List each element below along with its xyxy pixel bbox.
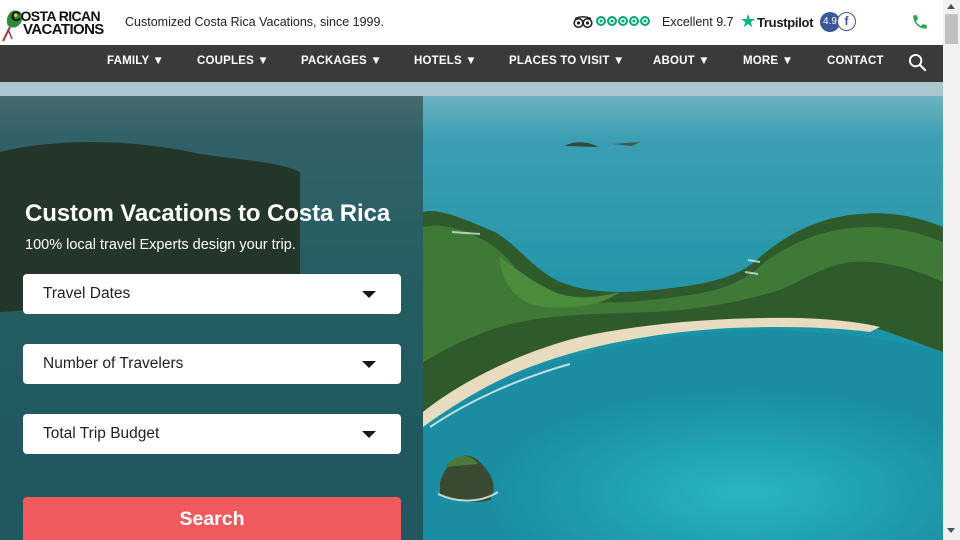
rating-bubble-icon [618,16,628,26]
hero-section: Custom Vacations to Costa Rica 100% loca… [0,82,943,540]
trustpilot-star-icon: ★ [740,11,757,31]
scroll-down-arrow-icon[interactable] [947,528,955,533]
trustpilot-brand[interactable]: Trustpilot [757,15,814,30]
number-of-travelers-select[interactable]: Number of Travelers [23,344,401,384]
search-icon[interactable] [908,53,927,72]
chevron-down-icon [362,361,376,368]
total-trip-budget-label: Total Trip Budget [43,425,160,442]
trip-planner-panel: Custom Vacations to Costa Rica 100% loca… [0,96,423,540]
nav-item-packages[interactable]: PACKAGES ▼ [301,45,382,82]
scroll-thumb[interactable] [945,14,958,44]
nav-item-contact[interactable]: CONTACT [827,45,884,82]
facebook-icon: f [837,12,856,31]
site-logo[interactable]: COSTA RICAN VACATIONS [2,7,104,43]
facebook-rating-badge[interactable]: 4.9 f [820,12,856,32]
total-trip-budget-select[interactable]: Total Trip Budget [23,414,401,454]
rating-bubble-icon [607,16,617,26]
nav-item-hotels[interactable]: HOTELS ▼ [414,45,477,82]
number-of-travelers-label: Number of Travelers [43,355,184,372]
trustpilot-score: Excellent 9.7 [662,15,734,29]
rating-bubble-icon [640,16,650,26]
nav-item-more[interactable]: MORE ▼ [743,45,793,82]
nav-item-places-to-visit[interactable]: PLACES TO VISIT ▼ [509,45,625,82]
chevron-down-icon [362,291,376,298]
nav-item-family[interactable]: FAMILY ▼ [107,45,164,82]
hero-subtitle: 100% local travel Experts design your tr… [25,237,296,253]
site-tagline: Customized Costa Rica Vacations, since 1… [125,15,384,29]
travel-dates-label: Travel Dates [43,285,131,302]
scroll-up-arrow-icon[interactable] [947,4,955,9]
top-bar: COSTA RICAN VACATIONS Customized Costa R… [0,0,943,45]
search-button[interactable]: Search [23,497,401,540]
hero-title: Custom Vacations to Costa Rica [25,200,391,227]
tripadvisor-owl-icon[interactable] [573,15,593,29]
nav-item-about[interactable]: ABOUT ▼ [653,45,710,82]
rating-bubble-icon [629,16,639,26]
travel-dates-select[interactable]: Travel Dates [23,274,401,314]
phone-icon[interactable] [911,13,929,31]
nav-item-couples[interactable]: COUPLES ▼ [197,45,269,82]
tripadvisor-rating [596,16,650,26]
chevron-down-icon [362,431,376,438]
logo-text-line2: VACATIONS [23,21,104,38]
main-nav: FAMILY ▼ COUPLES ▼ PACKAGES ▼ HOTELS ▼ P… [0,45,943,82]
rating-bubble-icon [596,16,606,26]
page-scrollbar[interactable] [943,0,960,540]
